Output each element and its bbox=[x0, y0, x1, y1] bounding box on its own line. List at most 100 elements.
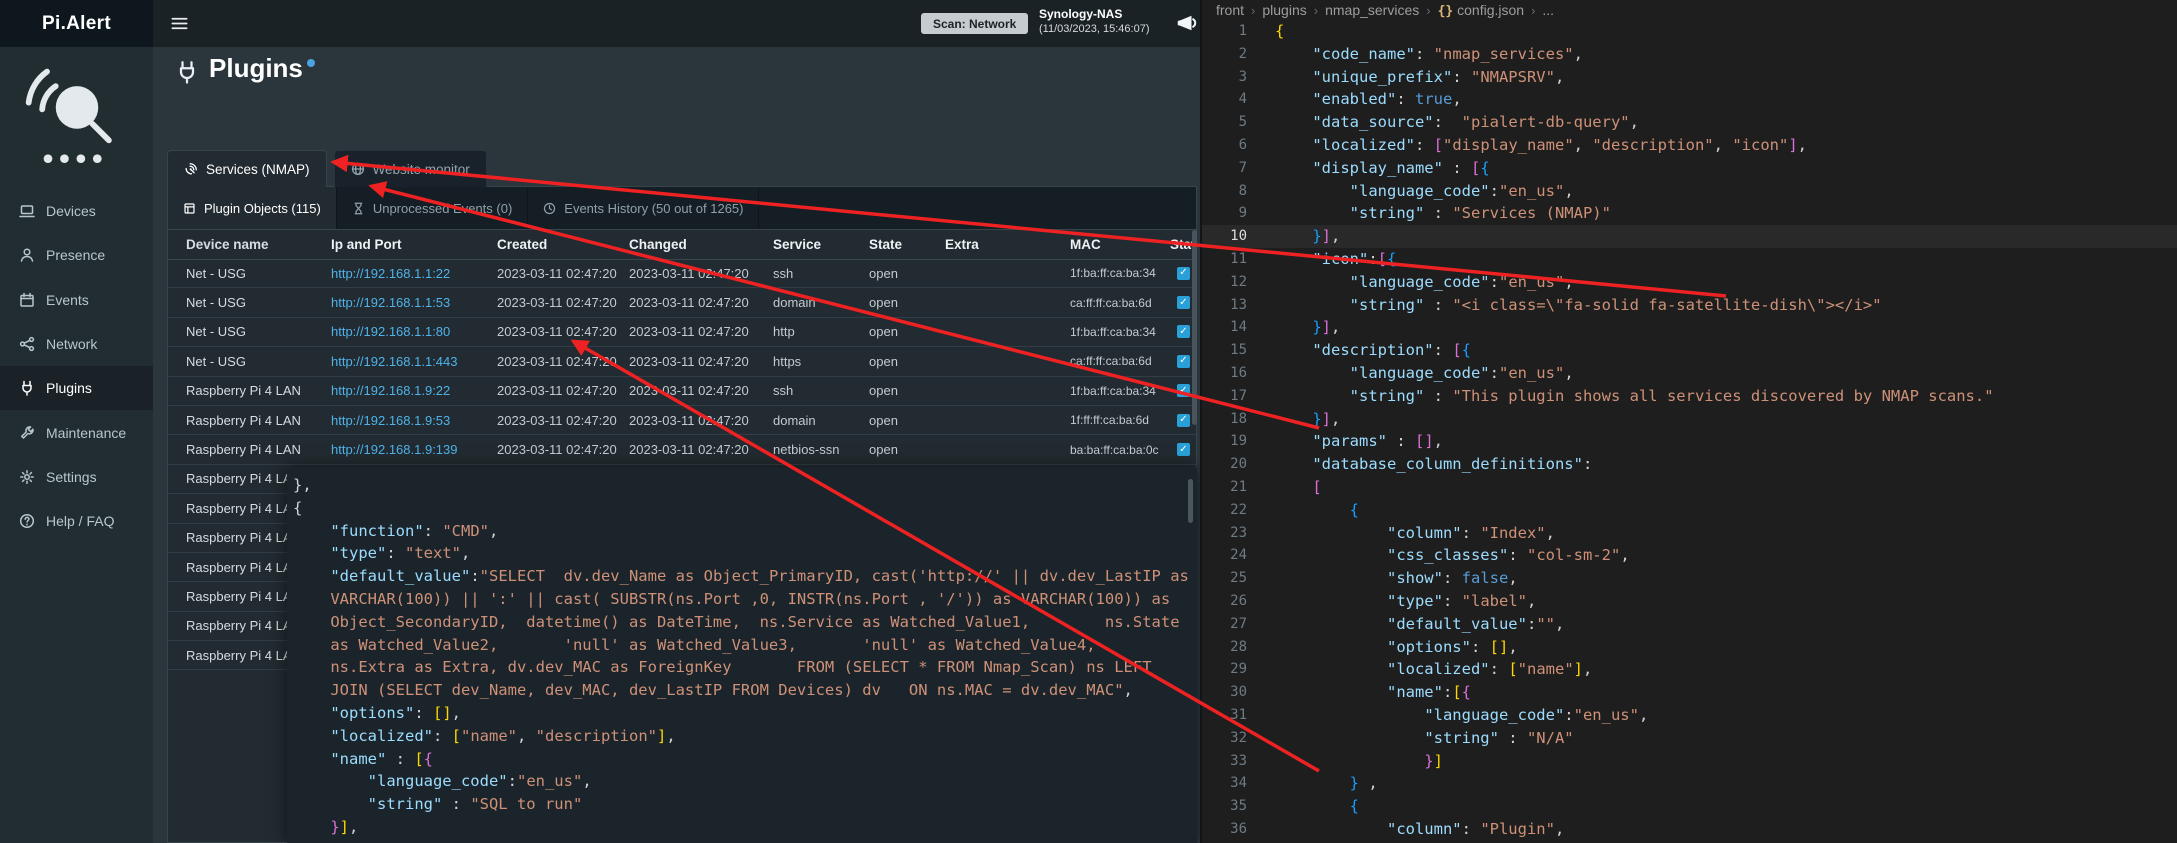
code-editor: front›plugins›nmap_services›{} config.js… bbox=[1200, 0, 2177, 843]
editor-code-area[interactable]: 1{2 "code_name": "nmap_services",3 "uniq… bbox=[1202, 20, 2177, 843]
column-header-ip-and-port[interactable]: Ip and Port bbox=[331, 237, 497, 252]
code-line[interactable]: 28 "options": [], bbox=[1202, 636, 2177, 659]
code-line[interactable]: 3 "unique_prefix": "NMAPSRV", bbox=[1202, 66, 2177, 89]
subtab-unprocessed-events-0[interactable]: Unprocessed Events (0) bbox=[337, 187, 528, 229]
code-line[interactable]: 27 "default_value":"", bbox=[1202, 613, 2177, 636]
hamburger-menu-icon[interactable] bbox=[170, 14, 189, 33]
ip-port-link[interactable]: http://192.168.1.1:443 bbox=[331, 354, 497, 369]
code-line[interactable]: 6 "localized": ["display_name", "descrip… bbox=[1202, 134, 2177, 157]
code-line-text: }], bbox=[1275, 316, 1340, 339]
code-line[interactable]: 36 "column": "Plugin", bbox=[1202, 818, 2177, 841]
sidebar-item-settings[interactable]: Settings bbox=[0, 455, 153, 499]
column-header-changed[interactable]: Changed bbox=[629, 237, 773, 252]
code-line: "string" : "SQL to run" bbox=[293, 793, 1197, 816]
row-checkbox[interactable]: ✓ bbox=[1177, 325, 1190, 338]
json-file-icon: {} bbox=[1438, 4, 1454, 19]
column-header-service[interactable]: Service bbox=[773, 237, 869, 252]
code-line[interactable]: 13 "string" : "<i class=\"fa-solid fa-sa… bbox=[1202, 294, 2177, 317]
panel-scrollbar[interactable] bbox=[1192, 230, 1197, 425]
code-line[interactable]: 23 "column": "Index", bbox=[1202, 522, 2177, 545]
app-logo[interactable]: Pi.Alert bbox=[0, 0, 153, 47]
code-line[interactable]: 15 "description": [{ bbox=[1202, 339, 2177, 362]
tab-services-nmap[interactable]: Services (NMAP) bbox=[167, 150, 327, 187]
sidebar-item-events[interactable]: Events bbox=[0, 278, 153, 322]
code-line[interactable]: 7 "display_name" : [{ bbox=[1202, 157, 2177, 180]
row-checkbox[interactable]: ✓ bbox=[1177, 355, 1190, 368]
plugin-subtabs: Plugin Objects (115)Unprocessed Events (… bbox=[168, 187, 1196, 230]
line-number: 11 bbox=[1202, 248, 1247, 271]
host-timestamp: (11/03/2023, 15:46:07) bbox=[1039, 22, 1150, 37]
code-line[interactable]: 34 } , bbox=[1202, 772, 2177, 795]
code-line[interactable]: 31 "language_code":"en_us", bbox=[1202, 704, 2177, 727]
code-line: "localized": ["name", "description"], bbox=[293, 725, 1197, 748]
column-header-device-name[interactable]: Device name bbox=[168, 237, 331, 252]
code-line[interactable]: 2 "code_name": "nmap_services", bbox=[1202, 43, 2177, 66]
breadcrumb-item-[interactable]: ... bbox=[1542, 2, 1554, 18]
code-line[interactable]: 11 "icon":[{ bbox=[1202, 248, 2177, 271]
subtab-plugin-objects-115[interactable]: Plugin Objects (115) bbox=[168, 187, 337, 229]
code-line[interactable]: 26 "type": "label", bbox=[1202, 590, 2177, 613]
row-checkbox[interactable]: ✓ bbox=[1177, 296, 1190, 309]
row-checkbox[interactable]: ✓ bbox=[1177, 443, 1190, 456]
code-line[interactable]: 24 "css_classes": "col-sm-2", bbox=[1202, 544, 2177, 567]
code-line[interactable]: 25 "show": false, bbox=[1202, 567, 2177, 590]
row-checkbox[interactable]: ✓ bbox=[1177, 267, 1190, 280]
code-line[interactable]: 4 "enabled": true, bbox=[1202, 88, 2177, 111]
code-line-text: "enabled": true, bbox=[1275, 88, 1462, 111]
sidebar-item-network[interactable]: Network bbox=[0, 322, 153, 366]
code-line-text: "function": "CMD", bbox=[293, 522, 498, 540]
breadcrumb-item-front[interactable]: front bbox=[1216, 2, 1244, 18]
code-line[interactable]: 20 "database_column_definitions": bbox=[1202, 453, 2177, 476]
line-number: 4 bbox=[1202, 88, 1247, 111]
row-checkbox[interactable]: ✓ bbox=[1177, 384, 1190, 397]
column-header-extra[interactable]: Extra bbox=[945, 237, 1070, 252]
code-line[interactable]: 12 "language_code":"en_us", bbox=[1202, 271, 2177, 294]
breadcrumb-item-nmap-services[interactable]: nmap_services bbox=[1325, 2, 1419, 18]
code-line[interactable]: 1{ bbox=[1202, 20, 2177, 43]
announcement-icon[interactable] bbox=[1175, 12, 1197, 34]
code-line[interactable]: 29 "localized": ["name"], bbox=[1202, 658, 2177, 681]
column-header-created[interactable]: Created bbox=[497, 237, 629, 252]
sidebar-item-devices[interactable]: Devices bbox=[0, 189, 153, 233]
sidebar-item-maintenance[interactable]: Maintenance bbox=[0, 410, 153, 454]
code-line[interactable]: 21 [ bbox=[1202, 476, 2177, 499]
line-number: 21 bbox=[1202, 476, 1247, 499]
code-line[interactable]: 18 }], bbox=[1202, 408, 2177, 431]
code-line[interactable]: 17 "string" : "This plugin shows all ser… bbox=[1202, 385, 2177, 408]
ip-port-link[interactable]: http://192.168.1.1:22 bbox=[331, 266, 497, 281]
state-cell: open bbox=[869, 413, 945, 428]
code-line: "type": "text", bbox=[293, 542, 1197, 565]
subtab-events-history-50-out-of-1265[interactable]: Events History (50 out of 1265) bbox=[528, 187, 759, 229]
subtab-label: Events History (50 out of 1265) bbox=[564, 201, 743, 216]
popup-scrollbar[interactable] bbox=[1188, 479, 1193, 523]
row-checkbox[interactable]: ✓ bbox=[1177, 414, 1190, 427]
table-row: Net - USGhttp://192.168.1.1:4432023-03-1… bbox=[168, 347, 1196, 376]
code-line[interactable]: 33 }] bbox=[1202, 750, 2177, 773]
code-line[interactable]: 22 { bbox=[1202, 499, 2177, 522]
ip-port-link[interactable]: http://192.168.1.1:53 bbox=[331, 295, 497, 310]
code-line[interactable]: 16 "language_code":"en_us", bbox=[1202, 362, 2177, 385]
code-line[interactable]: 8 "language_code":"en_us", bbox=[1202, 180, 2177, 203]
sidebar-item-plugins[interactable]: Plugins bbox=[0, 366, 153, 410]
code-line[interactable]: 14 }], bbox=[1202, 316, 2177, 339]
sidebar-item-help-faq[interactable]: Help / FAQ bbox=[0, 499, 153, 543]
code-line[interactable]: 9 "string" : "Services (NMAP)" bbox=[1202, 202, 2177, 225]
code-line[interactable]: 30 "name":[{ bbox=[1202, 681, 2177, 704]
column-header-state[interactable]: State bbox=[869, 237, 945, 252]
code-line[interactable]: 35 { bbox=[1202, 795, 2177, 818]
breadcrumb-item-config-json[interactable]: {} config.json bbox=[1438, 2, 1524, 19]
tab-website-monitor[interactable]: Website monitor bbox=[334, 150, 487, 187]
code-line[interactable]: 10 }], bbox=[1202, 225, 2177, 248]
code-line[interactable]: 32 "string" : "N/A" bbox=[1202, 727, 2177, 750]
ip-port-link[interactable]: http://192.168.1.9:22 bbox=[331, 383, 497, 398]
ip-port-link[interactable]: http://192.168.1.9:53 bbox=[331, 413, 497, 428]
code-line[interactable]: 5 "data_source": "pialert-db-query", bbox=[1202, 111, 2177, 134]
sidebar-item-presence[interactable]: Presence bbox=[0, 233, 153, 277]
satellite-dish-icon bbox=[184, 162, 198, 176]
ip-port-link[interactable]: http://192.168.1.9:139 bbox=[331, 442, 497, 457]
breadcrumb-item-plugins[interactable]: plugins bbox=[1262, 2, 1306, 18]
code-line-text: ns.Extra as Extra, dv.dev_MAC as Foreign… bbox=[293, 658, 1152, 676]
code-line[interactable]: 19 "params" : [], bbox=[1202, 430, 2177, 453]
ip-port-link[interactable]: http://192.168.1.1:80 bbox=[331, 324, 497, 339]
column-header-mac[interactable]: MAC bbox=[1070, 237, 1170, 252]
